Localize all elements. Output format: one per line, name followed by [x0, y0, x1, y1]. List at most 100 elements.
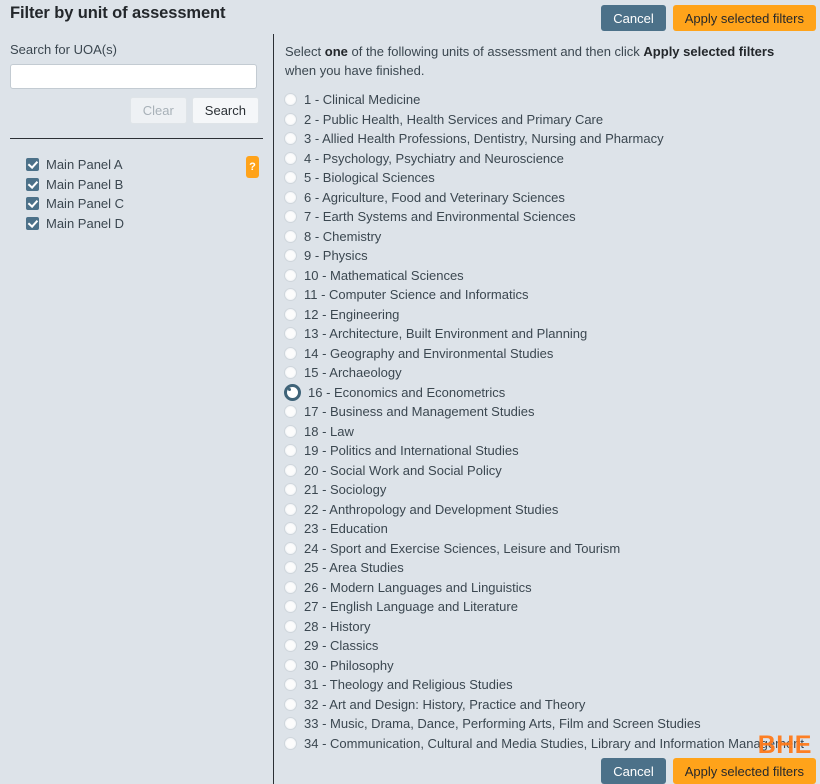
- uoa-radio-row[interactable]: 34 - Communication, Cultural and Media S…: [275, 734, 820, 754]
- radio-unselected-icon[interactable]: [284, 561, 297, 574]
- cancel-button-top[interactable]: Cancel: [601, 5, 665, 31]
- uoa-radio-row[interactable]: 17 - Business and Management Studies: [275, 402, 820, 422]
- main-panel-checkbox-row[interactable]: Main Panel D: [0, 214, 273, 234]
- uoa-radio-row[interactable]: 19 - Politics and International Studies: [275, 441, 820, 461]
- radio-unselected-icon[interactable]: [284, 308, 297, 321]
- radio-unselected-icon[interactable]: [284, 113, 297, 126]
- uoa-radio-row[interactable]: 28 - History: [275, 617, 820, 637]
- radio-unselected-icon[interactable]: [284, 425, 297, 438]
- apply-selected-filters-button-top[interactable]: Apply selected filters: [673, 5, 816, 31]
- uoa-label: 17 - Business and Management Studies: [304, 404, 535, 419]
- radio-unselected-icon[interactable]: [284, 717, 297, 730]
- radio-unselected-icon[interactable]: [284, 444, 297, 457]
- radio-unselected-icon[interactable]: [284, 464, 297, 477]
- uoa-label: 30 - Philosophy: [304, 658, 394, 673]
- radio-unselected-icon[interactable]: [284, 210, 297, 223]
- uoa-radio-row[interactable]: 2 - Public Health, Health Services and P…: [275, 110, 820, 130]
- instructions-part-3: when you have finished.: [285, 63, 424, 78]
- radio-unselected-icon[interactable]: [284, 93, 297, 106]
- uoa-radio-row[interactable]: 15 - Archaeology: [275, 363, 820, 383]
- uoa-radio-row[interactable]: 22 - Anthropology and Development Studie…: [275, 500, 820, 520]
- uoa-radio-row[interactable]: 24 - Sport and Exercise Sciences, Leisur…: [275, 539, 820, 559]
- uoa-radio-row[interactable]: 32 - Art and Design: History, Practice a…: [275, 695, 820, 715]
- radio-unselected-icon[interactable]: [284, 503, 297, 516]
- uoa-radio-row[interactable]: 6 - Agriculture, Food and Veterinary Sci…: [275, 188, 820, 208]
- main-panel-checkbox-row[interactable]: Main Panel C: [0, 194, 273, 214]
- uoa-radio-row[interactable]: 29 - Classics: [275, 636, 820, 656]
- uoa-radio-row[interactable]: 11 - Computer Science and Informatics: [275, 285, 820, 305]
- checkbox-checked-icon[interactable]: [26, 197, 39, 210]
- uoa-radio-row[interactable]: 26 - Modern Languages and Linguistics: [275, 578, 820, 598]
- radio-unselected-icon[interactable]: [284, 405, 297, 418]
- radio-unselected-icon[interactable]: [284, 600, 297, 613]
- radio-unselected-icon[interactable]: [284, 230, 297, 243]
- uoa-radio-row[interactable]: 27 - English Language and Literature: [275, 597, 820, 617]
- radio-unselected-icon[interactable]: [284, 581, 297, 594]
- radio-unselected-icon[interactable]: [284, 191, 297, 204]
- radio-unselected-icon[interactable]: [284, 288, 297, 301]
- search-input[interactable]: [10, 64, 257, 89]
- cancel-button-bottom[interactable]: Cancel: [601, 758, 665, 784]
- uoa-label: 5 - Biological Sciences: [304, 170, 435, 185]
- uoa-radio-row[interactable]: 23 - Education: [275, 519, 820, 539]
- radio-unselected-icon[interactable]: [284, 327, 297, 340]
- help-question-mark-icon[interactable]: ?: [246, 156, 259, 178]
- uoa-radio-row[interactable]: 20 - Social Work and Social Policy: [275, 461, 820, 481]
- uoa-radio-row[interactable]: 8 - Chemistry: [275, 227, 820, 247]
- uoa-radio-row[interactable]: 1 - Clinical Medicine: [275, 90, 820, 110]
- main-panel-label: Main Panel B: [46, 177, 123, 192]
- radio-unselected-icon[interactable]: [284, 171, 297, 184]
- radio-unselected-icon[interactable]: [284, 678, 297, 691]
- unit-of-assessment-radio-list[interactable]: 1 - Clinical Medicine2 - Public Health, …: [275, 90, 820, 753]
- uoa-radio-row[interactable]: 16 - Economics and Econometrics: [275, 383, 820, 403]
- uoa-label: 28 - History: [304, 619, 370, 634]
- page-title: Filter by unit of assessment: [10, 4, 225, 23]
- uoa-radio-row[interactable]: 31 - Theology and Religious Studies: [275, 675, 820, 695]
- uoa-radio-row[interactable]: 33 - Music, Drama, Dance, Performing Art…: [275, 714, 820, 734]
- main-panel-checkbox-row[interactable]: Main Panel A: [0, 155, 273, 175]
- radio-unselected-icon[interactable]: [284, 347, 297, 360]
- radio-unselected-icon[interactable]: [284, 737, 297, 750]
- main-panel-label: Main Panel D: [46, 216, 124, 231]
- uoa-label: 18 - Law: [304, 424, 354, 439]
- radio-unselected-icon[interactable]: [284, 522, 297, 535]
- uoa-radio-row[interactable]: 21 - Sociology: [275, 480, 820, 500]
- radio-unselected-icon[interactable]: [284, 366, 297, 379]
- radio-unselected-icon[interactable]: [284, 542, 297, 555]
- checkbox-checked-icon[interactable]: [26, 178, 39, 191]
- main-panel-checkbox-row[interactable]: Main Panel B: [0, 175, 273, 195]
- uoa-radio-row[interactable]: 7 - Earth Systems and Environmental Scie…: [275, 207, 820, 227]
- checkbox-checked-icon[interactable]: [26, 158, 39, 171]
- radio-unselected-icon[interactable]: [284, 659, 297, 672]
- radio-unselected-icon[interactable]: [284, 249, 297, 262]
- uoa-radio-row[interactable]: 10 - Mathematical Sciences: [275, 266, 820, 286]
- radio-unselected-icon[interactable]: [284, 152, 297, 165]
- radio-unselected-icon[interactable]: [284, 269, 297, 282]
- radio-unselected-icon[interactable]: [284, 132, 297, 145]
- uoa-radio-row[interactable]: 14 - Geography and Environmental Studies: [275, 344, 820, 364]
- checkbox-checked-icon[interactable]: [26, 217, 39, 230]
- uoa-radio-row[interactable]: 13 - Architecture, Built Environment and…: [275, 324, 820, 344]
- search-label: Search for UOA(s): [10, 42, 273, 57]
- uoa-radio-row[interactable]: 4 - Psychology, Psychiatry and Neuroscie…: [275, 149, 820, 169]
- uoa-radio-row[interactable]: 3 - Allied Health Professions, Dentistry…: [275, 129, 820, 149]
- radio-unselected-icon[interactable]: [284, 698, 297, 711]
- radio-selected-icon[interactable]: [284, 384, 301, 401]
- dialog-body: Search for UOA(s) Clear Search ? Main Pa…: [0, 34, 820, 784]
- uoa-radio-row[interactable]: 5 - Biological Sciences: [275, 168, 820, 188]
- uoa-radio-row[interactable]: 9 - Physics: [275, 246, 820, 266]
- apply-selected-filters-button-bottom[interactable]: Apply selected filters: [673, 758, 816, 784]
- uoa-radio-row[interactable]: 12 - Engineering: [275, 305, 820, 325]
- instructions-part-1: Select: [285, 44, 325, 59]
- search-action-buttons: Clear Search: [0, 97, 259, 124]
- radio-unselected-icon[interactable]: [284, 639, 297, 652]
- uoa-radio-row[interactable]: 18 - Law: [275, 422, 820, 442]
- radio-unselected-icon[interactable]: [284, 483, 297, 496]
- uoa-radio-row[interactable]: 25 - Area Studies: [275, 558, 820, 578]
- uoa-label: 24 - Sport and Exercise Sciences, Leisur…: [304, 541, 620, 556]
- instructions-part-2: of the following units of assessment and…: [348, 44, 644, 59]
- radio-unselected-icon[interactable]: [284, 620, 297, 633]
- search-button[interactable]: Search: [192, 97, 259, 124]
- clear-button[interactable]: Clear: [130, 97, 187, 124]
- uoa-radio-row[interactable]: 30 - Philosophy: [275, 656, 820, 676]
